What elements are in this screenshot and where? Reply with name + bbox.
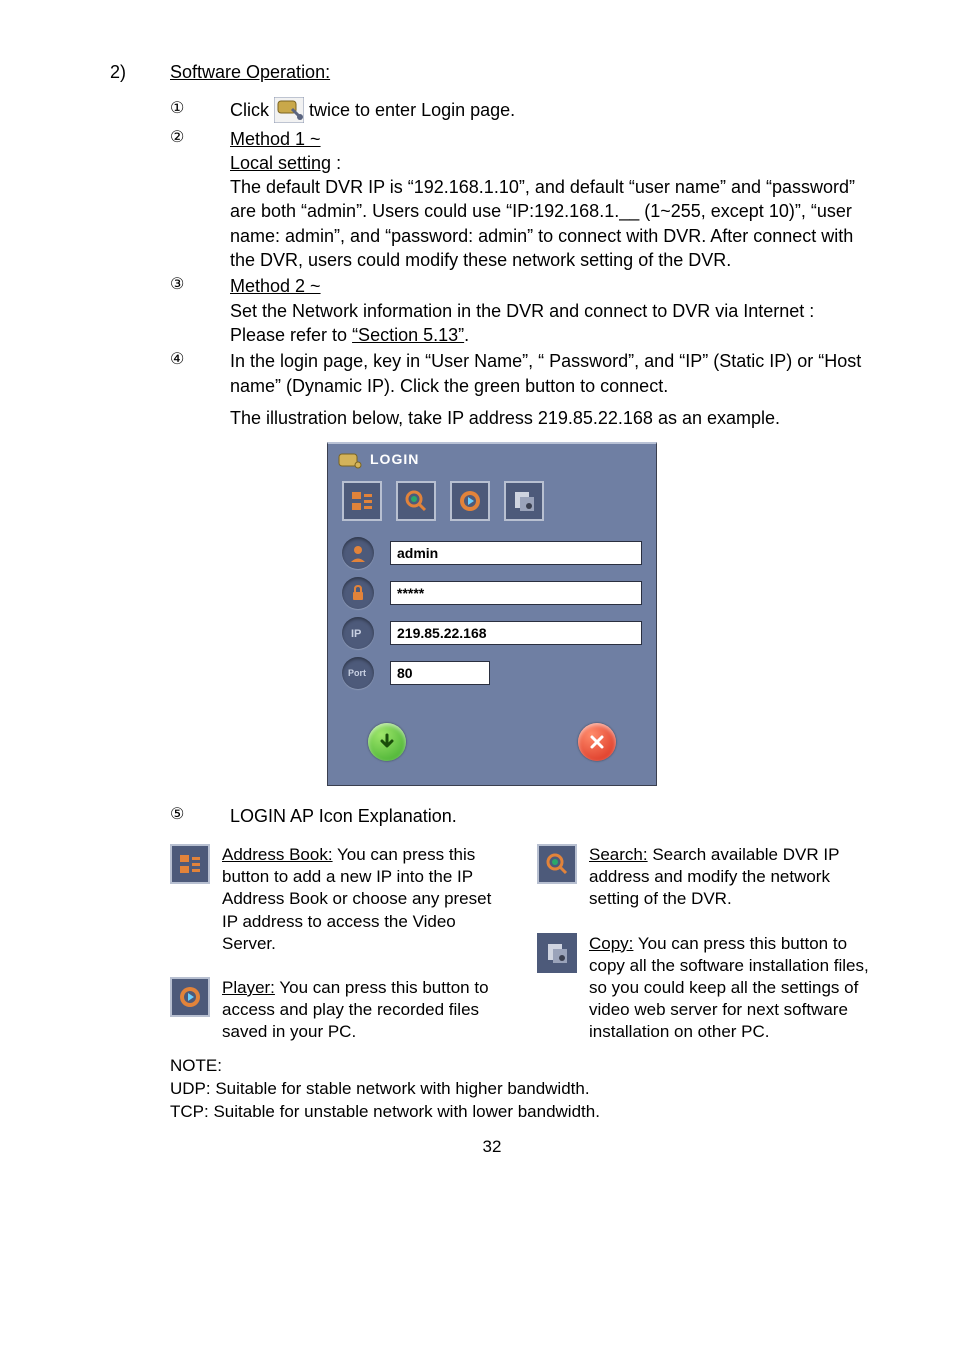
copy-icon	[537, 933, 577, 973]
search-title: Search:	[589, 845, 648, 864]
step-marker-2: ②	[170, 127, 230, 273]
login-title: LOGIN	[370, 450, 419, 469]
user-icon	[342, 537, 374, 569]
illustration-note: The illustration below, take IP address …	[230, 408, 780, 428]
addressbook-button[interactable]	[342, 481, 382, 521]
port-input[interactable]	[390, 661, 490, 685]
step-marker-3: ③	[170, 274, 230, 347]
player-title: Player:	[222, 978, 275, 997]
method1-colon: :	[331, 153, 341, 173]
app-icon	[274, 97, 304, 123]
method1-subtitle: Local setting	[230, 153, 331, 173]
step1-suffix: twice to enter Login page.	[309, 100, 515, 120]
ip-icon: IP	[342, 617, 374, 649]
addressbook-title: Address Book:	[222, 845, 333, 864]
player-text: Player: You can press this button to acc…	[222, 977, 507, 1043]
connect-button[interactable]	[368, 723, 406, 761]
section-513-link[interactable]: “Section 5.13”	[352, 325, 464, 345]
cancel-button[interactable]	[578, 723, 616, 761]
note-udp: UDP: Suitable for stable network with hi…	[170, 1078, 874, 1101]
method1-title: Method 1 ~	[230, 129, 321, 149]
method2-title: Method 2 ~	[230, 276, 321, 296]
svg-text:IP: IP	[351, 628, 361, 640]
step-marker-5: ⑤	[170, 804, 230, 828]
lock-icon	[342, 577, 374, 609]
note-tcp: TCP: Suitable for unstable network with …	[170, 1101, 874, 1124]
method2-line2-prefix: Please refer to	[230, 325, 352, 345]
method1-body: The default DVR IP is “192.168.1.10”, an…	[230, 177, 855, 270]
step-marker-4: ④	[170, 349, 230, 398]
login-dialog: LOGIN	[327, 442, 657, 786]
player-icon	[170, 977, 210, 1017]
login-title-icon	[338, 451, 362, 469]
search-text: Search: Search available DVR IP address …	[589, 844, 874, 910]
copy-button[interactable]	[504, 481, 544, 521]
search-icon	[537, 844, 577, 884]
copy-title: Copy:	[589, 934, 633, 953]
username-input[interactable]	[390, 541, 642, 565]
method2-line1: Set the Network information in the DVR a…	[230, 301, 814, 321]
copy-text: Copy: You can press this button to copy …	[589, 933, 874, 1043]
step1-prefix: Click	[230, 100, 274, 120]
section-number: 2)	[110, 60, 170, 84]
section-title: Software Operation:	[170, 60, 330, 84]
step5-body: LOGIN AP Icon Explanation.	[230, 806, 457, 826]
step4-body: In the login page, key in “User Name”, “…	[230, 351, 861, 395]
method2-line2-suffix: .	[464, 325, 469, 345]
addressbook-icon	[170, 844, 210, 884]
page-number: 32	[110, 1136, 874, 1159]
search-button[interactable]	[396, 481, 436, 521]
password-input[interactable]	[390, 581, 642, 605]
player-button[interactable]	[450, 481, 490, 521]
step-1-body: Click twice to enter Login page.	[230, 98, 874, 124]
addressbook-text: Address Book: You can press this button …	[222, 844, 507, 954]
step-marker-1: ①	[170, 98, 230, 124]
ip-input[interactable]	[390, 621, 642, 645]
svg-text:Port: Port	[348, 668, 366, 678]
port-icon: Port	[342, 657, 374, 689]
